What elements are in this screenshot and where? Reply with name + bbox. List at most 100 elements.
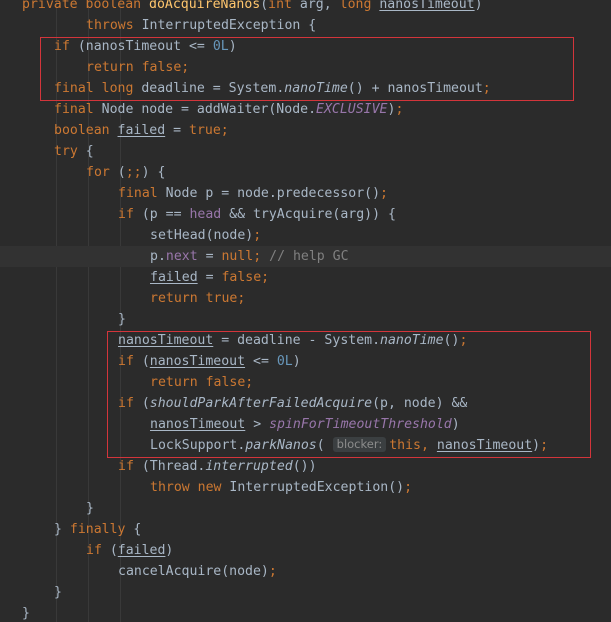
code-line[interactable]: private boolean doAcquireNanos(int arg, … — [0, 0, 611, 15]
code-line[interactable]: if (Thread.interrupted()) — [0, 456, 611, 477]
code-token: , — [421, 438, 437, 453]
code-line[interactable]: } — [0, 498, 611, 519]
code-line[interactable]: } finally { — [0, 519, 611, 540]
code-token: ; — [261, 270, 270, 285]
code-token: if — [118, 459, 142, 474]
code-token: ; — [404, 480, 413, 495]
code-line[interactable]: if (failed) — [0, 540, 611, 561]
code-line[interactable]: LockSupport.parkNanos( blocker: this, nan… — [0, 435, 611, 456]
code-token: 0L — [276, 354, 293, 369]
code-token: ; — [459, 333, 468, 348]
code-token: } — [86, 501, 94, 516]
code-line[interactable]: boolean failed = true; — [0, 120, 611, 141]
code-line[interactable]: return false; — [0, 57, 611, 78]
code-token: = deadline - System. — [213, 333, 381, 348]
code-token: EXCLUSIVE — [316, 102, 388, 117]
code-token: nanoTime — [284, 81, 348, 96]
code-token: nanosTimeout — [436, 438, 533, 453]
code-line[interactable]: throw new InterruptedException(); — [0, 477, 611, 498]
code-token: failed — [150, 270, 198, 285]
code-token: ) — [451, 417, 460, 432]
code-token: if — [54, 39, 78, 54]
code-token: arg, — [299, 0, 340, 12]
code-token: failed — [117, 543, 166, 558]
code-token: long — [339, 0, 380, 12]
code-token: ) — [532, 438, 541, 453]
code-token: ; — [220, 123, 229, 138]
code-line[interactable]: p.next = null; // help GC — [0, 246, 611, 267]
code-line[interactable]: } — [0, 603, 611, 622]
code-token: (p, node) && — [372, 396, 468, 411]
code-line[interactable]: for (;;) { — [0, 162, 611, 183]
code-token: if — [118, 354, 142, 369]
code-line[interactable]: final long deadline = System.nanoTime() … — [0, 78, 611, 99]
code-token: interrupted — [205, 459, 293, 474]
code-line[interactable]: if (nanosTimeout <= 0L) — [0, 351, 611, 372]
code-line[interactable]: return false; — [0, 372, 611, 393]
code-token: finally — [69, 522, 134, 537]
code-token: ; — [380, 186, 388, 201]
code-line[interactable]: } — [0, 309, 611, 330]
code-token: () — [443, 333, 460, 348]
code-token: = — [197, 270, 222, 285]
code-line[interactable]: cancelAcquire(node); — [0, 561, 611, 582]
code-token: final long — [54, 81, 142, 96]
code-token: // help GC — [269, 249, 349, 264]
code-line[interactable]: try { — [0, 141, 611, 162]
code-token: } — [54, 585, 62, 600]
code-line[interactable]: setHead(node); — [0, 225, 611, 246]
code-token: <= — [245, 354, 277, 369]
code-token: ; — [268, 564, 277, 579]
code-token: ( — [260, 0, 269, 12]
code-token: LockSupport. — [150, 438, 246, 453]
code-line[interactable]: final Node node = addWaiter(Node.EXCLUSI… — [0, 99, 611, 120]
code-token: ( — [109, 543, 118, 558]
code-line[interactable]: if (nanosTimeout <= 0L) — [0, 36, 611, 57]
code-token: Node node = addWaiter(Node. — [101, 102, 317, 117]
code-line[interactable]: return true; — [0, 288, 611, 309]
code-line[interactable]: nanosTimeout > spinForTimeoutThreshold) — [0, 414, 611, 435]
code-token: true — [189, 123, 221, 138]
code-line[interactable]: if (shouldParkAfterFailedAcquire(p, node… — [0, 393, 611, 414]
code-line[interactable]: failed = false; — [0, 267, 611, 288]
code-token: head — [189, 207, 230, 222]
code-token: failed — [117, 123, 166, 138]
code-token: throws — [86, 18, 142, 33]
code-token: ( — [117, 165, 126, 180]
code-token: if — [118, 207, 142, 222]
code-token: parkNanos — [245, 438, 317, 453]
code-token: (Thread. — [141, 459, 206, 474]
code-line[interactable]: final Node p = node.predecessor(); — [0, 183, 611, 204]
code-token: } — [54, 522, 70, 537]
code-token: boolean — [54, 123, 118, 138]
parameter-hint: blocker: — [332, 437, 387, 452]
code-token: p. — [150, 249, 166, 264]
code-line[interactable]: throws InterruptedException { — [0, 15, 611, 36]
code-token: ( — [141, 396, 150, 411]
code-token: null — [221, 249, 254, 264]
code-token: shouldParkAfterFailedAcquire — [149, 396, 373, 411]
code-token: throw new — [150, 480, 230, 495]
code-token: ;; — [125, 165, 142, 180]
code-token: private boolean — [22, 0, 150, 12]
code-token: { — [133, 522, 142, 537]
code-editor[interactable]: private boolean doAcquireNanos(int arg, … — [0, 0, 611, 622]
code-token: ) — [165, 543, 174, 558]
code-token: nanosTimeout — [149, 354, 246, 369]
code-token: nanosTimeout — [379, 0, 475, 12]
code-line[interactable]: } — [0, 582, 611, 603]
code-token: return true — [150, 291, 238, 306]
code-token: ; — [237, 291, 246, 306]
code-token: deadline = System. — [141, 81, 285, 96]
code-line[interactable]: nanosTimeout = deadline - System.nanoTim… — [0, 330, 611, 351]
code-token: ; — [245, 375, 254, 390]
code-token: InterruptedException() — [229, 480, 405, 495]
code-token: nanosTimeout — [150, 417, 246, 432]
code-token: = — [165, 123, 189, 138]
code-token: } — [22, 606, 30, 621]
code-line[interactable]: if (p == head && tryAcquire(arg)) { — [0, 204, 611, 225]
code-token: for — [86, 165, 118, 180]
code-token: ) — [474, 0, 483, 12]
code-token: ; — [540, 438, 549, 453]
code-token: ( — [141, 354, 150, 369]
